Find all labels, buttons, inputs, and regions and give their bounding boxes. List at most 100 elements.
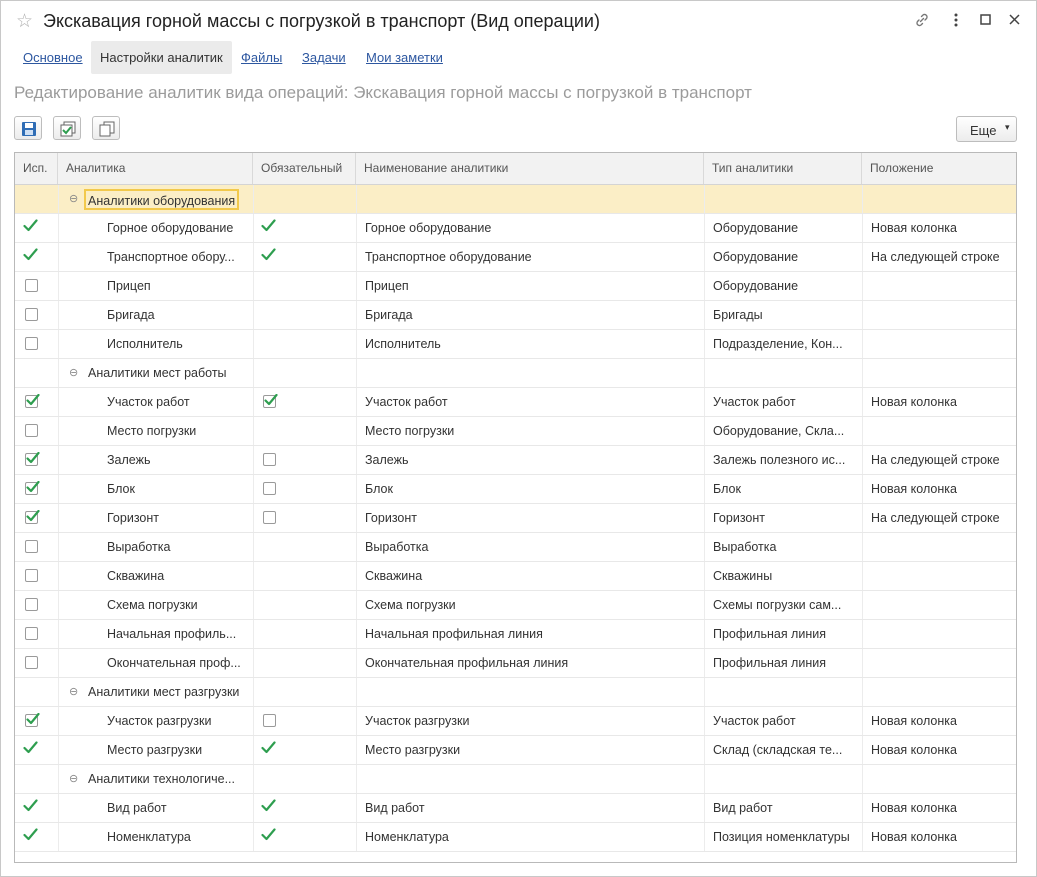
column-divider (58, 678, 59, 706)
table-row[interactable]: Прицеп Прицеп Оборудование (15, 272, 1016, 301)
table-row[interactable]: Исполнитель Исполнитель Подразделение, Кон… (15, 330, 1016, 359)
required-checkmark-icon[interactable] (261, 219, 276, 235)
required-checkmark-icon[interactable] (261, 799, 276, 815)
type-cell: Выработка (713, 540, 777, 554)
type-cell: Участок работ (713, 714, 796, 728)
type-cell: Вид работ (713, 801, 773, 815)
more-button[interactable]: Еще ▾ (956, 116, 1017, 142)
column-divider (704, 243, 705, 271)
type-cell: Оборудование, Скла... (713, 424, 845, 438)
use-checkmark-icon[interactable] (23, 828, 38, 844)
col-header-type[interactable]: Тип аналитики (704, 153, 862, 184)
use-checkmark-icon[interactable] (23, 248, 38, 264)
copy-button[interactable] (92, 116, 120, 140)
table-group-row[interactable]: ⊖ Аналитики технологиче... (15, 765, 1016, 794)
tab-main[interactable]: Основное (23, 41, 83, 74)
type-cell: Схемы погрузки сам... (713, 598, 842, 612)
close-icon[interactable] (1008, 12, 1021, 30)
use-checkbox[interactable] (25, 452, 40, 466)
col-header-position[interactable]: Положение (862, 153, 1016, 184)
col-header-use[interactable]: Исп. (15, 153, 58, 184)
use-checkbox[interactable] (25, 424, 38, 437)
table-row[interactable]: Вид работ Вид работ Вид работ Новая колонка (15, 794, 1016, 823)
required-checkmark-icon[interactable] (261, 741, 276, 757)
column-divider (862, 562, 863, 590)
col-header-name[interactable]: Наименование аналитики (356, 153, 704, 184)
use-checkbox[interactable] (25, 656, 38, 669)
use-checkbox[interactable] (25, 540, 38, 553)
required-checkbox[interactable] (263, 394, 278, 408)
use-checkbox[interactable] (25, 481, 40, 495)
tab-analytics-settings[interactable]: Настройки аналитик (91, 41, 232, 74)
collapse-group-icon[interactable]: ⊖ (69, 765, 78, 794)
use-checkbox[interactable] (25, 394, 40, 408)
type-cell: Позиция номенклатуры (713, 830, 850, 844)
column-divider (253, 417, 254, 445)
table-row[interactable]: Скважина Скважина Скважины (15, 562, 1016, 591)
column-divider (356, 214, 357, 242)
use-checkbox[interactable] (25, 713, 40, 727)
use-checkbox[interactable] (25, 337, 38, 350)
table-row[interactable]: Горное оборудование Горное оборудование Об… (15, 214, 1016, 243)
required-checkmark-icon[interactable] (261, 248, 276, 264)
analytics-table[interactable]: Исп. Аналитика Обязательный Наименование… (14, 152, 1017, 863)
table-row[interactable]: Бригада Бригада Бригады (15, 301, 1016, 330)
link-icon[interactable] (914, 12, 930, 32)
position-cell: Новая колонка (871, 395, 957, 409)
table-row[interactable]: Залежь Залежь Залежь полезного ис... На сле… (15, 446, 1016, 475)
required-checkbox[interactable] (263, 511, 276, 524)
name-cell: Исполнитель (365, 337, 441, 351)
tab-files[interactable]: Файлы (241, 41, 282, 74)
table-row[interactable]: Участок работ Участок работ Участок работ Н… (15, 388, 1016, 417)
table-row[interactable]: Номенклатура Номенклатура Позиция номенкла… (15, 823, 1016, 852)
table-group-row[interactable]: ⊖ Аналитики оборудования (15, 185, 1016, 214)
more-vert-icon[interactable] (953, 12, 959, 32)
collapse-group-icon[interactable]: ⊖ (69, 678, 78, 707)
required-checkbox[interactable] (263, 482, 276, 495)
save-and-close-button[interactable] (53, 116, 81, 140)
col-header-analytic[interactable]: Аналитика (58, 153, 253, 184)
use-checkbox[interactable] (25, 627, 38, 640)
table-row[interactable]: Начальная профиль... Начальная профильная… (15, 620, 1016, 649)
use-checkbox[interactable] (25, 510, 40, 524)
position-cell (871, 562, 1016, 590)
table-group-row[interactable]: ⊖ Аналитики мест разгрузки (15, 678, 1016, 707)
table-row[interactable]: Горизонт Горизонт Горизонт На следующей стр… (15, 504, 1016, 533)
required-checkmark-icon[interactable] (261, 828, 276, 844)
table-row[interactable]: Место разгрузки Место разгрузки Склад (скл… (15, 736, 1016, 765)
use-checkmark-icon[interactable] (23, 219, 38, 235)
analytic-cell: Залежь (107, 453, 151, 467)
col-header-required[interactable]: Обязательный (253, 153, 356, 184)
use-checkbox[interactable] (25, 308, 38, 321)
maximize-icon[interactable] (980, 12, 992, 30)
type-cell: Участок работ (713, 395, 796, 409)
table-row[interactable]: Окончательная проф... Окончательная профи… (15, 649, 1016, 678)
use-checkmark-icon[interactable] (23, 741, 38, 757)
table-row[interactable]: Схема погрузки Схема погрузки Схемы погруз… (15, 591, 1016, 620)
collapse-group-icon[interactable]: ⊖ (69, 185, 78, 214)
tab-my-notes[interactable]: Мои заметки (366, 41, 443, 74)
collapse-group-icon[interactable]: ⊖ (69, 359, 78, 388)
column-divider (253, 765, 254, 793)
column-divider (58, 243, 59, 271)
required-checkbox[interactable] (263, 714, 276, 727)
save-button[interactable] (14, 116, 42, 140)
table-row[interactable]: Блок Блок Блок Новая колонка (15, 475, 1016, 504)
use-checkbox[interactable] (25, 279, 38, 292)
column-divider (862, 214, 863, 242)
column-divider (862, 533, 863, 561)
column-divider (704, 272, 705, 300)
use-checkbox[interactable] (25, 569, 38, 582)
use-checkbox[interactable] (25, 598, 38, 611)
favorite-star-icon[interactable]: ☆ (16, 10, 33, 33)
table-row[interactable]: Участок разгрузки Участок разгрузки Участо… (15, 707, 1016, 736)
tab-tasks[interactable]: Задачи (302, 41, 346, 74)
use-checkmark-icon[interactable] (23, 799, 38, 815)
required-checkbox[interactable] (263, 453, 276, 466)
table-row[interactable]: Транспортное обору... Транспортное оборуд… (15, 243, 1016, 272)
table-row[interactable]: Выработка Выработка Выработка (15, 533, 1016, 562)
column-divider (862, 359, 863, 387)
column-divider (704, 707, 705, 735)
table-group-row[interactable]: ⊖ Аналитики мест работы (15, 359, 1016, 388)
table-row[interactable]: Место погрузки Место погрузки Оборудование… (15, 417, 1016, 446)
